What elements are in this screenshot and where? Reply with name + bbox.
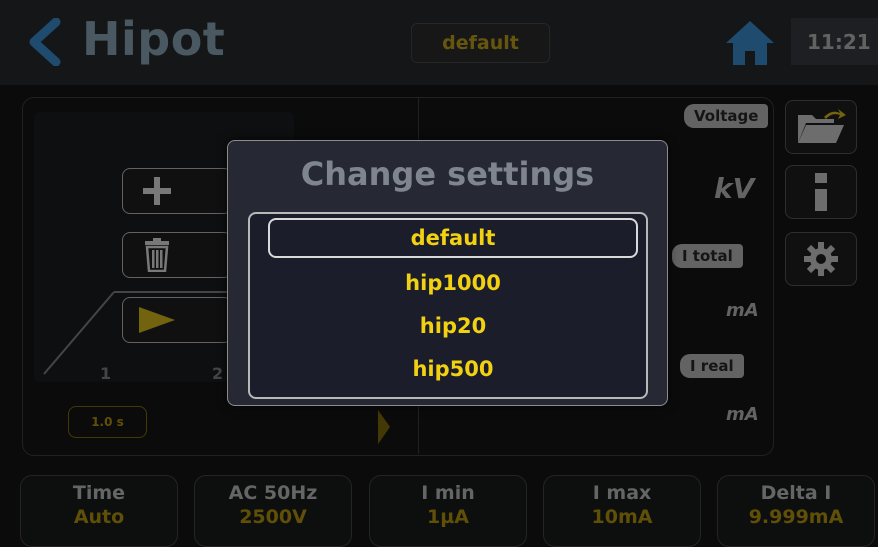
trash-icon — [145, 238, 169, 272]
delete-button[interactable] — [122, 232, 232, 278]
itotal-unit: mA — [726, 300, 759, 321]
settings-item-hip20[interactable]: hip20 — [268, 306, 638, 346]
param-value: 2500V — [239, 506, 307, 528]
info-icon — [815, 173, 827, 211]
param-card-voltage[interactable]: AC 50Hz 2500V — [194, 475, 352, 547]
settings-button[interactable] — [785, 232, 857, 286]
folder-button[interactable] — [785, 100, 857, 154]
param-label: Time — [72, 482, 126, 504]
header-bar: Hipot default 11:21 — [0, 0, 878, 85]
plus-icon — [143, 177, 171, 205]
ireal-tab: I real — [680, 354, 744, 378]
param-card-delta[interactable]: Delta I 9.999mA — [717, 475, 875, 547]
itotal-tab: I total — [672, 244, 743, 268]
page-title: Hipot — [82, 12, 226, 66]
param-label: AC 50Hz — [228, 482, 318, 504]
param-card-time[interactable]: Time Auto — [20, 475, 178, 547]
step-label-2: 2 — [212, 364, 224, 383]
clock-display: 11:21 — [791, 18, 878, 65]
play-icon — [139, 307, 175, 333]
dialog-title: Change settings — [300, 155, 595, 193]
info-button[interactable] — [785, 165, 857, 219]
param-label: I min — [421, 482, 475, 504]
param-label: I max — [592, 482, 652, 504]
voltage-tab: Voltage — [684, 104, 769, 128]
param-value: 9.999mA — [748, 506, 844, 528]
settings-item-hip500[interactable]: hip500 — [268, 349, 638, 389]
param-value: 10mA — [591, 506, 653, 528]
gear-icon — [804, 242, 838, 276]
step-marker-icon — [378, 410, 390, 444]
chevron-left-icon[interactable] — [26, 18, 62, 66]
change-settings-dialog: Change settings default hip1000 hip20 hi… — [227, 140, 668, 406]
add-button[interactable] — [122, 168, 232, 214]
run-button[interactable] — [122, 297, 232, 343]
settings-list[interactable]: default hip1000 hip20 hip500 — [248, 212, 648, 399]
step-label-1: 1 — [100, 364, 112, 383]
settings-item-default[interactable]: default — [268, 218, 638, 258]
param-label: Delta I — [760, 482, 832, 504]
folder-open-icon — [798, 109, 846, 143]
param-value: Auto — [73, 506, 125, 528]
ireal-unit: mA — [726, 404, 759, 425]
param-card-imin[interactable]: I min 1µA — [369, 475, 527, 547]
home-icon[interactable] — [724, 19, 776, 67]
settings-item-hip1000[interactable]: hip1000 — [268, 263, 638, 303]
profile-badge[interactable]: default — [411, 23, 550, 63]
param-card-imax[interactable]: I max 10mA — [543, 475, 701, 547]
param-value: 1µA — [427, 506, 469, 528]
voltage-unit: kV — [714, 172, 755, 205]
time-chip[interactable]: 1.0 s — [68, 406, 147, 438]
